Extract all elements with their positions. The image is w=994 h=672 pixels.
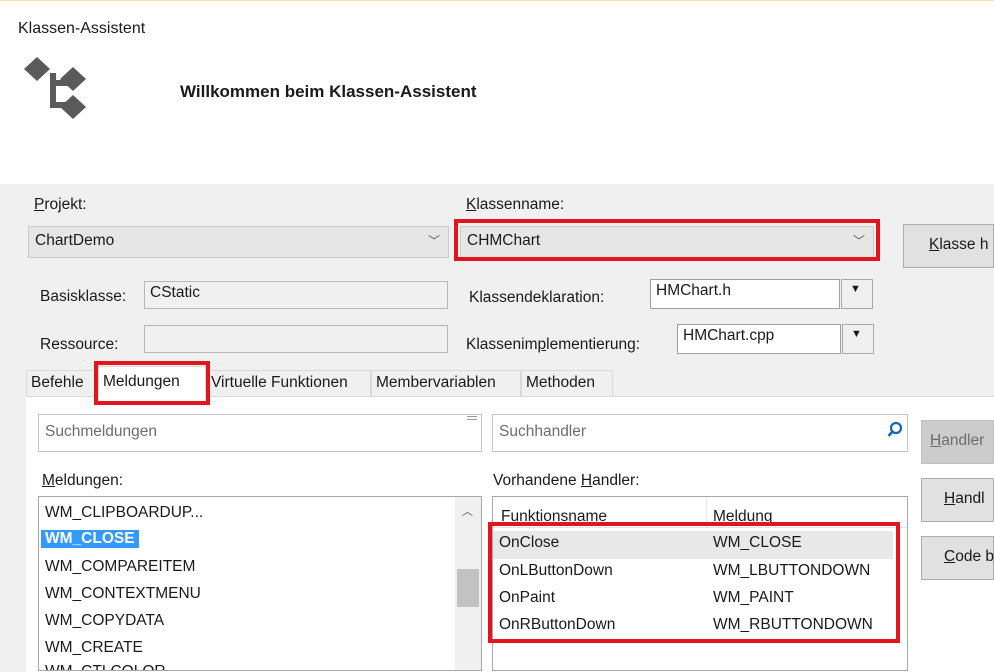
window-title: Klassen-Assistent bbox=[18, 20, 146, 37]
tab-befehle[interactable]: Befehle bbox=[26, 370, 98, 396]
resource-field bbox=[144, 325, 448, 353]
handlers-highlight-box bbox=[488, 522, 900, 643]
delete-handler-button[interactable]: Handl bbox=[921, 478, 994, 522]
list-item[interactable]: WM_COMPAREITEM bbox=[45, 558, 195, 576]
class-implementation-field[interactable]: HMChart.cpp bbox=[677, 324, 841, 354]
search-icon bbox=[887, 421, 903, 437]
class-wizard-logo-icon bbox=[24, 57, 86, 119]
class-declaration-field[interactable]: HMChart.h bbox=[650, 279, 840, 309]
list-item[interactable]: WM_CTLCOLOR bbox=[45, 663, 166, 670]
project-label: Projekt: bbox=[34, 196, 87, 213]
scrollbar[interactable]: ︿ bbox=[455, 497, 481, 670]
wizard-header bbox=[0, 0, 994, 184]
welcome-heading: Willkommen beim Klassen-Assistent bbox=[180, 82, 477, 101]
triangle-down-icon: ▼ bbox=[850, 283, 861, 295]
triangle-down-icon: ▼ bbox=[851, 328, 862, 340]
scrollbar-thumb[interactable] bbox=[457, 569, 479, 607]
list-item[interactable]: WM_CREATE bbox=[45, 639, 143, 657]
class-declaration-dropdown-button[interactable]: ▼ bbox=[841, 279, 873, 309]
class-implementation-label: Klassenimplementierung: bbox=[466, 336, 641, 353]
resource-label: Ressource: bbox=[40, 336, 119, 353]
search-handlers-input[interactable]: Suchhandler bbox=[492, 414, 908, 452]
project-value: ChartDemo bbox=[35, 232, 115, 249]
classname-label: Klassenname: bbox=[466, 196, 565, 213]
list-item[interactable]: WM_CONTEXTMENU bbox=[45, 585, 201, 603]
list-item[interactable]: WM_CLIPBOARDUP... bbox=[45, 504, 203, 522]
class-implementation-dropdown-button[interactable]: ▼ bbox=[842, 324, 874, 354]
scroll-up-icon[interactable]: ︿ bbox=[462, 503, 473, 519]
messages-list-label: Meldungen: bbox=[42, 472, 124, 489]
tab-virtuelle-funktionen[interactable]: Virtuelle Funktionen bbox=[206, 370, 371, 396]
list-item[interactable]: WM_COPYDATA bbox=[45, 612, 164, 630]
add-class-button[interactable]: Klasse h bbox=[903, 224, 994, 268]
grip-icon bbox=[467, 416, 477, 420]
class-declaration-label: Klassendeklaration: bbox=[469, 289, 605, 306]
edit-code-button[interactable]: Code b bbox=[921, 536, 994, 580]
search-messages-input[interactable]: Suchmeldungen bbox=[38, 414, 482, 452]
add-handler-button[interactable]: Handler bbox=[921, 420, 994, 464]
list-item-selected[interactable]: WM_CLOSE bbox=[41, 530, 139, 548]
messages-tab-highlight-box bbox=[94, 361, 210, 405]
chevron-down-icon: ﹀ bbox=[427, 234, 440, 248]
classname-highlight-box bbox=[454, 219, 880, 261]
tab-membervariablen[interactable]: Membervariablen bbox=[371, 370, 521, 396]
base-class-field: CStatic bbox=[144, 281, 448, 309]
messages-list[interactable]: WM_CLIPBOARDUP... WM_CLOSE WM_COMPAREITE… bbox=[38, 496, 482, 671]
handlers-list-label: Vorhandene Handler: bbox=[493, 472, 640, 489]
project-dropdown[interactable]: ChartDemo ﹀ bbox=[28, 226, 449, 258]
base-class-label: Basisklasse: bbox=[40, 288, 127, 305]
tab-methoden[interactable]: Methoden bbox=[521, 370, 613, 396]
